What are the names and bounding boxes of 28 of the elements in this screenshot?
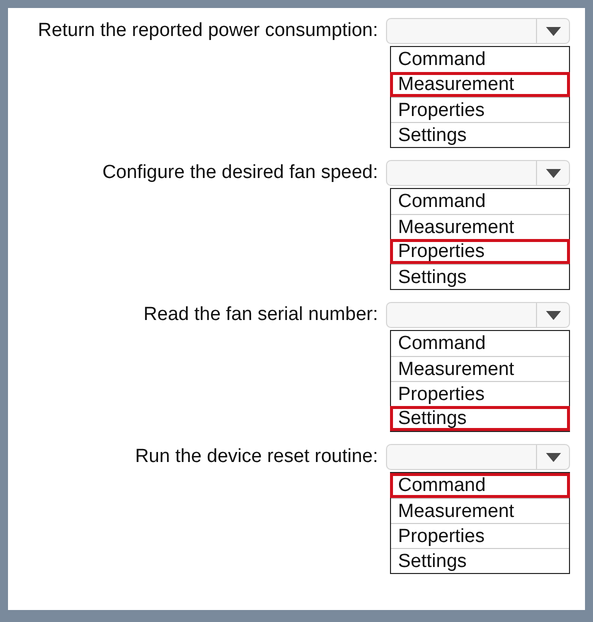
option-item[interactable]: Settings [391, 122, 569, 147]
dropdown[interactable] [386, 160, 570, 186]
option-item[interactable]: Properties [391, 97, 569, 122]
question-label: Return the reported power consumption: [36, 19, 378, 42]
option-item[interactable]: Measurement [391, 498, 569, 523]
dropdown[interactable] [386, 18, 570, 44]
option-item[interactable]: Measurement [391, 214, 569, 239]
question-label: Configure the desired fan speed: [101, 161, 378, 184]
option-item[interactable]: Command [391, 331, 569, 356]
question-label: Read the fan serial number: [142, 303, 378, 326]
caret-icon [546, 168, 560, 178]
option-item[interactable]: Settings [391, 264, 569, 289]
option-item[interactable]: Measurement [390, 72, 570, 97]
caret-icon [546, 310, 560, 320]
option-item[interactable]: Command [390, 473, 570, 498]
dropdown[interactable] [386, 444, 570, 470]
option-item[interactable]: Settings [391, 548, 569, 573]
option-item[interactable]: Command [391, 189, 569, 214]
option-item[interactable]: Command [391, 47, 569, 72]
option-item[interactable]: Properties [390, 239, 570, 264]
caret-icon [546, 452, 560, 462]
option-item[interactable]: Properties [391, 381, 569, 406]
option-item[interactable]: Settings [390, 406, 570, 431]
caret-icon [546, 26, 560, 36]
option-item[interactable]: Properties [391, 523, 569, 548]
option-item[interactable]: Measurement [391, 356, 569, 381]
question-label: Run the device reset routine: [134, 445, 378, 468]
dropdown[interactable] [386, 302, 570, 328]
